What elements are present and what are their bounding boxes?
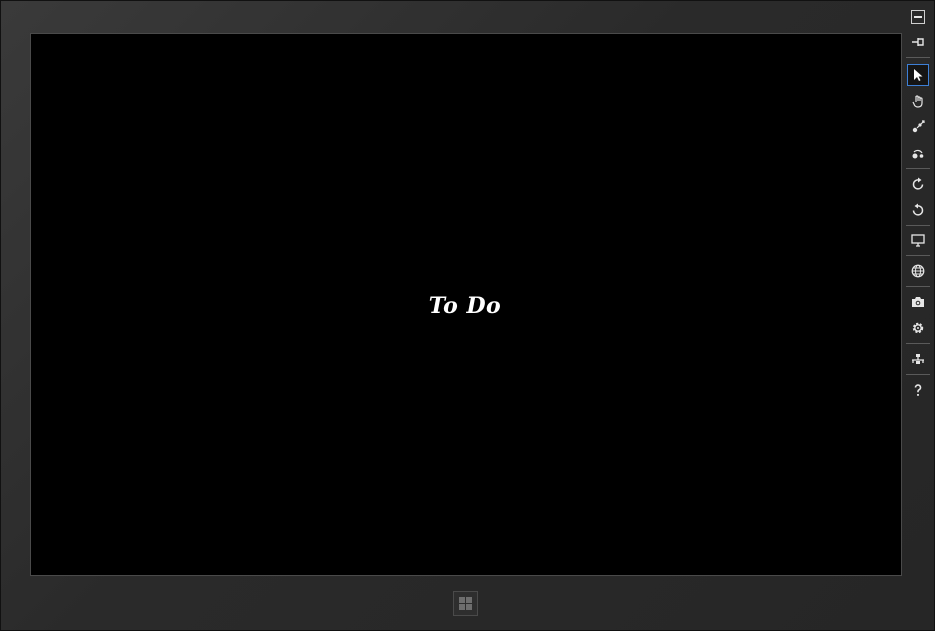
- toolbar-separator: [906, 374, 930, 375]
- camera-icon[interactable]: [907, 291, 929, 313]
- rotate-counterclockwise-icon[interactable]: [907, 199, 929, 221]
- windows-logo-icon: [459, 597, 472, 610]
- windows-start-button[interactable]: [453, 591, 478, 616]
- toolbar-separator: [906, 225, 930, 226]
- help-icon[interactable]: [907, 379, 929, 401]
- toolbar-separator: [906, 57, 930, 58]
- toolbar-separator: [906, 343, 930, 344]
- monitor-icon[interactable]: [907, 229, 929, 251]
- simulator-toolbar: [904, 6, 932, 406]
- pinch-zoom-icon[interactable]: [907, 116, 929, 138]
- toolbar-separator: [906, 168, 930, 169]
- rotate-touch-icon[interactable]: [907, 142, 929, 164]
- toolbar-separator: [906, 286, 930, 287]
- network-icon[interactable]: [907, 348, 929, 370]
- pointer-arrow-icon[interactable]: [907, 64, 929, 86]
- app-logo-text: To Do: [428, 292, 502, 319]
- toolbar-separator: [906, 255, 930, 256]
- globe-icon[interactable]: [907, 260, 929, 282]
- gear-icon[interactable]: [907, 317, 929, 339]
- simulator-screen[interactable]: To Do: [30, 33, 902, 576]
- hand-icon[interactable]: [907, 90, 929, 112]
- rotate-clockwise-icon[interactable]: [907, 173, 929, 195]
- pin-icon[interactable]: [907, 31, 929, 53]
- minimize-icon[interactable]: [907, 6, 929, 28]
